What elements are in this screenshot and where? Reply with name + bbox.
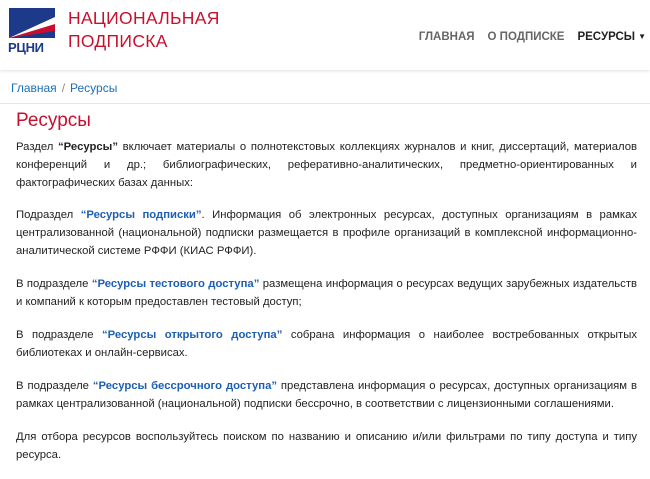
p2-before: Подраздел <box>16 209 81 221</box>
logo[interactable]: РЦНИ <box>8 7 56 59</box>
nav-item-home[interactable]: ГЛАВНАЯ <box>419 31 475 43</box>
main-content: Ресурсы Раздел “Ресурсы” включает матери… <box>16 104 637 479</box>
p4-before: В подразделе <box>16 329 102 341</box>
open-access-link[interactable]: “Ресурсы открытого доступа” <box>102 329 282 341</box>
breadcrumb-current[interactable]: Ресурсы <box>70 81 117 95</box>
logo-abbr: РЦНИ <box>8 40 44 55</box>
breadcrumb: Главная / Ресурсы <box>11 81 117 95</box>
nav-item-resources[interactable]: РЕСУРСЫ ▼ <box>577 31 646 43</box>
intro-paragraph: Раздел “Ресурсы” включает материалы о по… <box>16 138 637 192</box>
breadcrumb-home[interactable]: Главная <box>11 81 57 95</box>
nav-item-resources-label: РЕСУРСЫ <box>577 31 636 43</box>
main-nav: ГЛАВНАЯ О ПОДПИСКЕ РЕСУРСЫ ▼ <box>406 31 646 43</box>
page-title: Ресурсы <box>16 110 91 131</box>
subscription-resources-paragraph: Подраздел “Ресурсы подписки”. Информация… <box>16 206 637 260</box>
test-access-paragraph: В подразделе “Ресурсы тестового доступа”… <box>16 275 637 311</box>
perpetual-access-link[interactable]: “Ресурсы бессрочного доступа” <box>93 380 277 392</box>
brand-name-line1: НАЦИОНАЛЬНАЯ <box>68 8 220 28</box>
p5-before: В подразделе <box>16 380 93 392</box>
breadcrumb-separator: / <box>61 81 66 95</box>
test-access-link[interactable]: “Ресурсы тестового доступа” <box>92 278 260 290</box>
chevron-down-icon: ▼ <box>638 32 646 41</box>
search-hint-paragraph: Для отбора ресурсов воспользуйтесь поиск… <box>16 431 637 461</box>
subscription-resources-link[interactable]: “Ресурсы подписки” <box>81 209 202 221</box>
p1-bold: “Ресурсы” <box>58 141 118 153</box>
open-access-paragraph: В подразделе “Ресурсы открытого доступа”… <box>16 326 637 362</box>
perpetual-access-paragraph: В подразделе “Ресурсы бессрочного доступ… <box>16 377 637 413</box>
brand-name-line2: ПОДПИСКА <box>68 31 168 51</box>
p3-before: В подразделе <box>16 278 92 290</box>
nav-item-about[interactable]: О ПОДПИСКЕ <box>488 31 565 43</box>
site-header: РЦНИ НАЦИОНАЛЬНАЯ ПОДПИСКА ГЛАВНАЯ О ПОД… <box>0 0 650 70</box>
breadcrumb-bar: Главная / Ресурсы <box>0 71 650 104</box>
p1-before: Раздел <box>16 141 59 153</box>
brand-name[interactable]: НАЦИОНАЛЬНАЯ ПОДПИСКА <box>68 7 220 53</box>
